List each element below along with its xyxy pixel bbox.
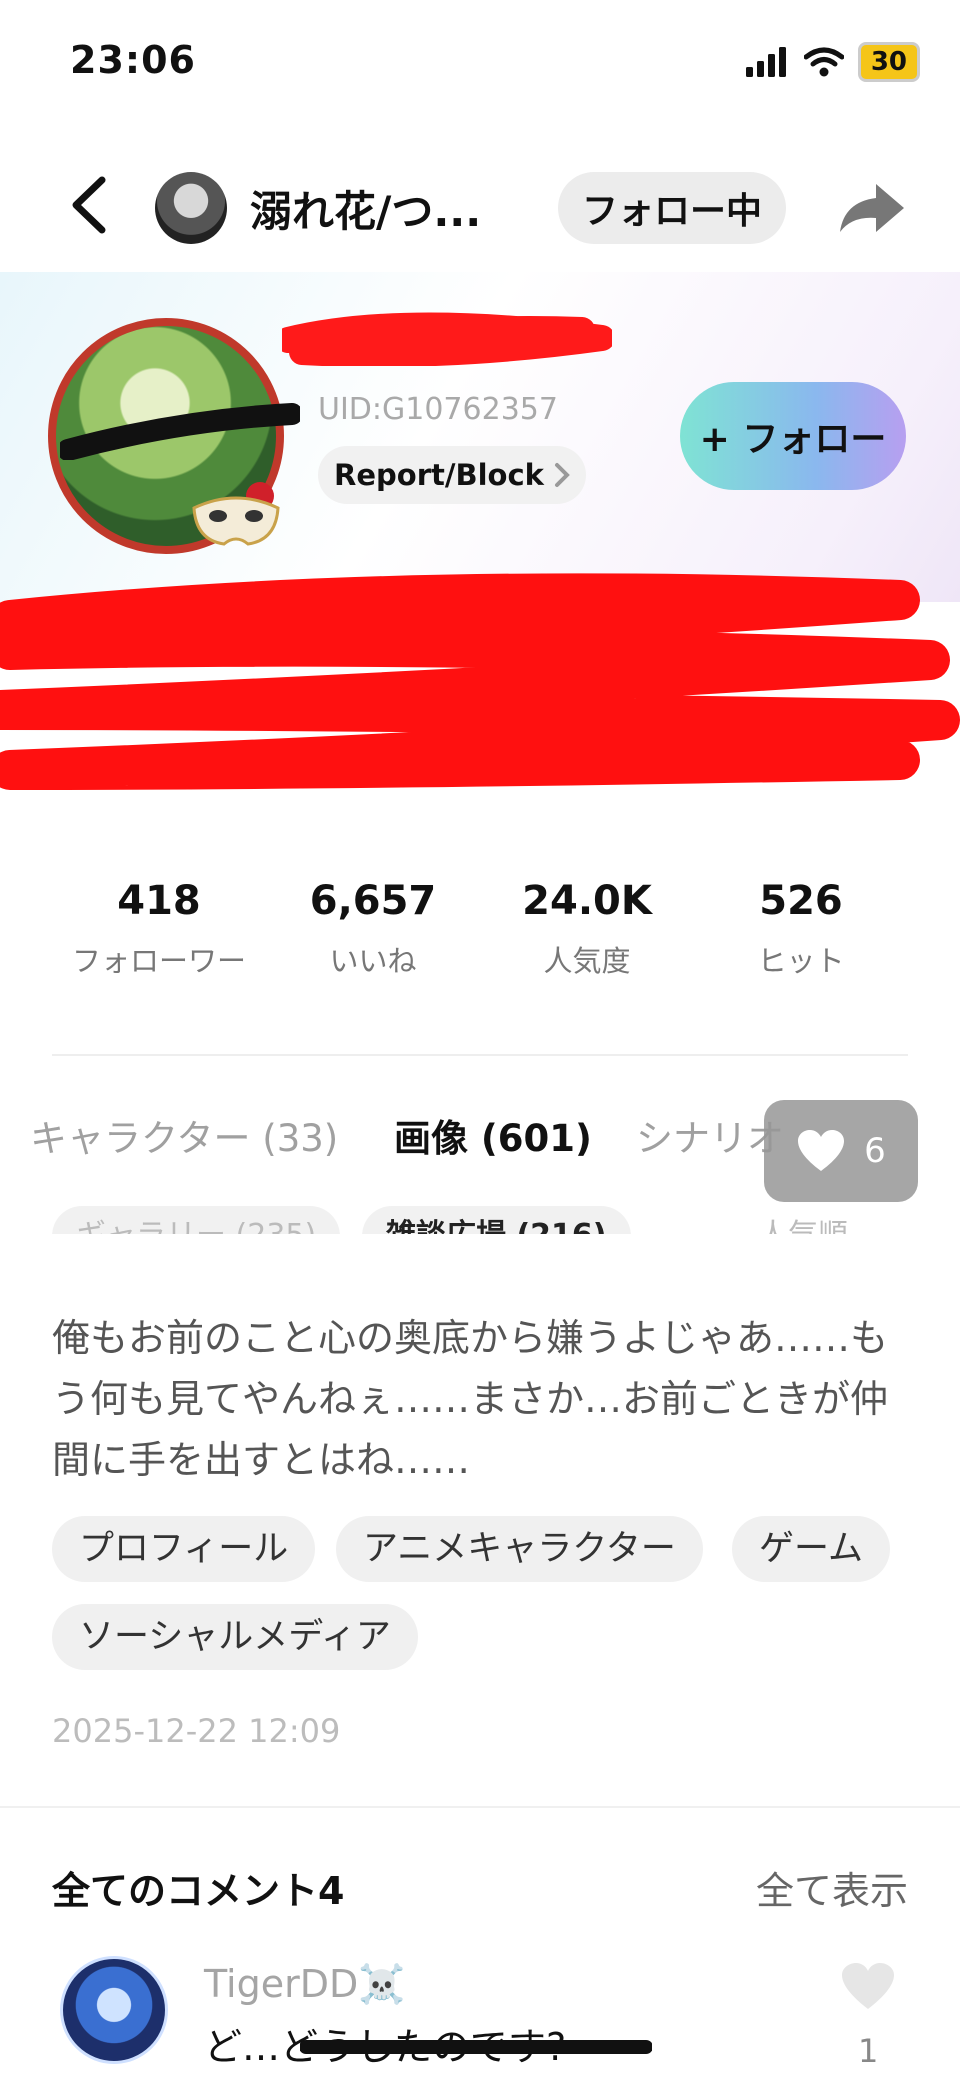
stat-hits-value: 526 <box>759 878 843 924</box>
comment-avatar[interactable] <box>60 1956 168 2064</box>
subtab-row: ギャラリー (235) 雑談広場 (216) 人気順 <box>0 1200 960 1234</box>
stat-likes-value: 6,657 <box>309 878 437 924</box>
comment-heart-icon[interactable] <box>840 1962 896 2012</box>
name-redaction-mark <box>282 312 612 366</box>
comment-like-count: 1 <box>858 2032 879 2070</box>
tag-anime-character[interactable]: アニメキャラクター <box>336 1516 703 1582</box>
stat-hits[interactable]: 526 ヒット <box>696 878 906 980</box>
tag-game[interactable]: ゲーム <box>732 1516 890 1582</box>
user-uid: UID:G10762357 <box>318 392 558 427</box>
cellular-signal-icon <box>745 47 786 77</box>
stat-popularity-value: 24.0K <box>522 878 652 924</box>
bio-redaction-mark <box>0 573 960 790</box>
share-icon[interactable] <box>836 178 908 238</box>
comment-redaction-mark <box>300 2040 652 2054</box>
mask-badge-icon <box>192 482 280 546</box>
stat-followers-label: フォローワー <box>71 944 246 978</box>
header-title: 溺れ花/つ... <box>250 187 482 236</box>
stat-followers-value: 418 <box>117 878 201 924</box>
stat-popularity[interactable]: 24.0K 人気度 <box>482 878 692 980</box>
tab-characters[interactable]: キャラクター (33) <box>30 1108 338 1162</box>
follow-button[interactable]: + フォロー <box>680 382 906 490</box>
tab-images[interactable]: 画像 (601) <box>394 1108 592 1162</box>
tag-social-media[interactable]: ソーシャルメディア <box>52 1604 418 1670</box>
stat-popularity-label: 人気度 <box>543 944 631 978</box>
wifi-icon <box>803 47 844 77</box>
post-caption: 俺もお前のこと心の奥底から嫌うよじゃあ……もう何も見てやんねぇ……まさか…お前ご… <box>52 1316 889 1482</box>
subtab-gallery[interactable]: ギャラリー (235) <box>52 1206 341 1234</box>
subtab-chat[interactable]: 雑談広場 (216) <box>362 1206 631 1234</box>
heart-icon <box>798 1130 845 1171</box>
header-avatar[interactable] <box>155 172 227 244</box>
comment-username[interactable]: TigerDD☠️ <box>204 1962 406 2007</box>
battery-indicator: 30 <box>857 42 920 82</box>
status-time: 23:06 <box>70 38 196 82</box>
status-icons: 30 <box>745 42 920 82</box>
section-separator <box>0 1806 960 1808</box>
stat-likes-label: いいね <box>329 944 417 978</box>
back-arrow-icon[interactable] <box>62 170 122 240</box>
sort-dropdown[interactable]: 人気順 <box>758 1206 848 1234</box>
following-button[interactable]: フォロー中 <box>558 172 786 244</box>
report-block-label: Report/Block <box>334 458 544 492</box>
report-block-button[interactable]: Report/Block <box>318 446 586 504</box>
comments-title: 全てのコメント4 <box>52 1869 345 1913</box>
stat-likes[interactable]: 6,657 いいね <box>268 878 478 980</box>
floating-like-count: 6 <box>864 1131 886 1171</box>
chevron-right-icon <box>554 463 570 487</box>
tab-scenarios[interactable]: シナリオ <box>636 1108 784 1162</box>
avatar-redaction-mark <box>60 403 300 460</box>
post-date: 2025-12-22 12:09 <box>52 1712 341 1750</box>
stat-hits-label: ヒット <box>757 944 845 978</box>
tag-profile[interactable]: プロフィール <box>52 1516 316 1582</box>
divider <box>52 1054 908 1056</box>
floating-like-button[interactable]: 6 <box>764 1100 918 1202</box>
stat-followers[interactable]: 418 フォローワー <box>54 878 264 980</box>
show-all-comments-link[interactable]: 全て表示 <box>756 1860 908 1915</box>
